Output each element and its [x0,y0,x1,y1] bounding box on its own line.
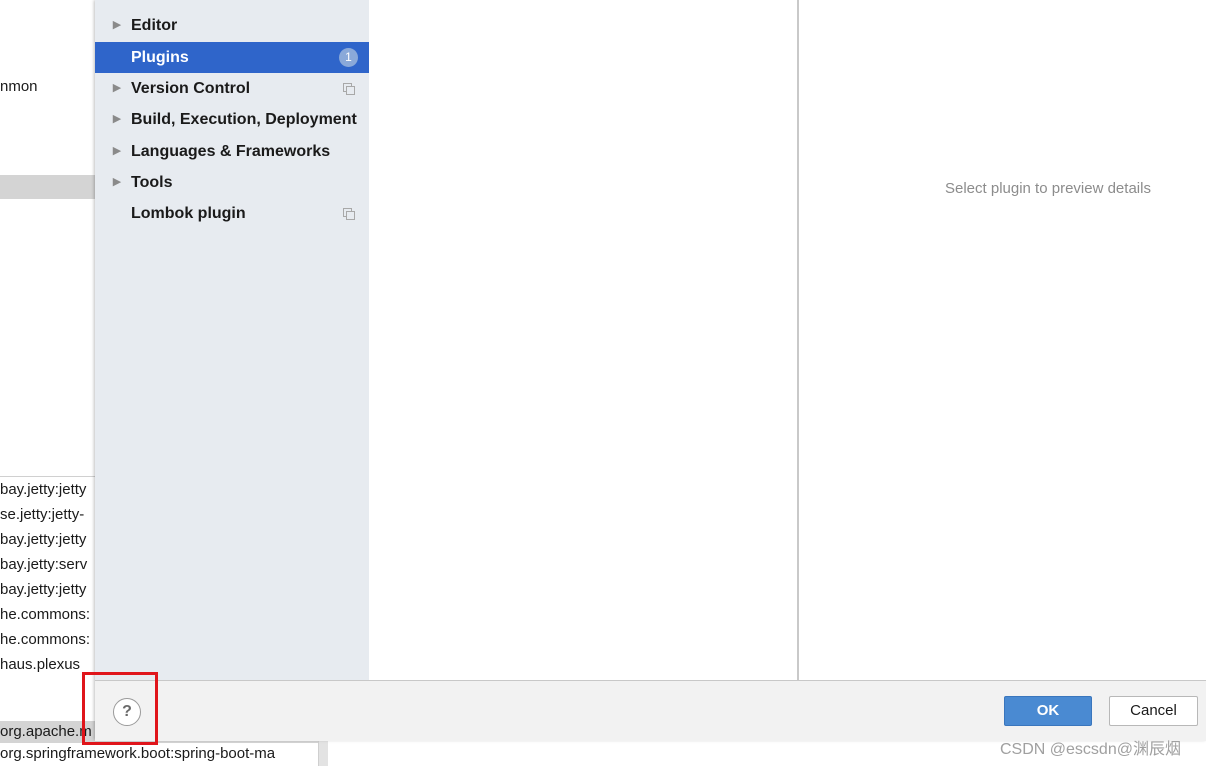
watermark: CSDN @escsdn@渊辰烟 [1000,741,1181,758]
nav-item-editor[interactable]: ▶ Editor [95,10,369,41]
nav-item-tools[interactable]: ▶ Tools [95,167,369,198]
list-item[interactable]: he.commons: [0,627,95,652]
nav-item-lombok-plugin[interactable]: Lombok plugin [95,198,369,229]
ok-button[interactable]: OK [1004,696,1092,726]
list-item[interactable]: org.springframework.boot:spring-boot-ma [0,743,318,765]
update-count-badge: 1 [339,48,358,67]
nav-item-plugins[interactable]: Plugins 1 [95,42,369,73]
list-item[interactable]: he.commons: [0,602,95,627]
nav-item-build-execution-deployment[interactable]: ▶ Build, Execution, Deployment [95,104,369,135]
nav-item-label: Lombok plugin [131,205,246,222]
nav-item-label: Tools [131,174,173,191]
settings-dialog: ▶ Editor Plugins 1 ▶ Version Control ▶ B… [82,0,1206,745]
nav-item-label: Editor [131,17,178,34]
empty-detail-hint: Select plugin to preview details [945,180,1151,197]
copy-icon [343,83,355,95]
nav-item-languages-frameworks[interactable]: ▶ Languages & Frameworks [95,136,369,167]
background-tree-text: nmon [0,78,38,95]
list-item[interactable]: bay.jetty:jetty [0,527,95,552]
nav-item-label: Plugins [131,49,189,66]
expand-arrow-icon[interactable]: ▶ [112,104,122,135]
cancel-button[interactable]: Cancel [1109,696,1198,726]
plugins-list-panel [369,0,874,680]
list-item[interactable]: bay.jetty:jetty [0,477,95,502]
settings-nav-tree: ▶ Editor Plugins 1 ▶ Version Control ▶ B… [95,0,369,680]
expand-arrow-icon[interactable]: ▶ [112,167,122,198]
expand-arrow-icon[interactable]: ▶ [112,10,122,41]
background-dependency-list: bay.jetty:jetty se.jetty:jetty- bay.jett… [0,476,95,681]
background-selected-row [0,175,95,199]
expand-arrow-icon[interactable]: ▶ [112,73,122,104]
nav-item-label: Build, Execution, Deployment [131,111,357,128]
expand-arrow-icon[interactable]: ▶ [112,136,122,167]
list-item[interactable]: haus.plexus [0,652,95,677]
nav-item-label: Languages & Frameworks [131,143,331,160]
dialog-footer: ? OK Cancel [82,672,1206,745]
copy-icon [343,208,355,220]
annotation-highlight-box [82,672,158,745]
list-item[interactable]: bay.jetty:serv [0,552,95,577]
list-item[interactable]: bay.jetty:jetty [0,577,95,602]
plugin-detail-panel: Select plugin to preview details [799,0,1206,680]
nav-item-label: Version Control [131,80,251,97]
nav-item-version-control[interactable]: ▶ Version Control [95,73,369,104]
list-item[interactable]: se.jetty:jetty- [0,502,95,527]
